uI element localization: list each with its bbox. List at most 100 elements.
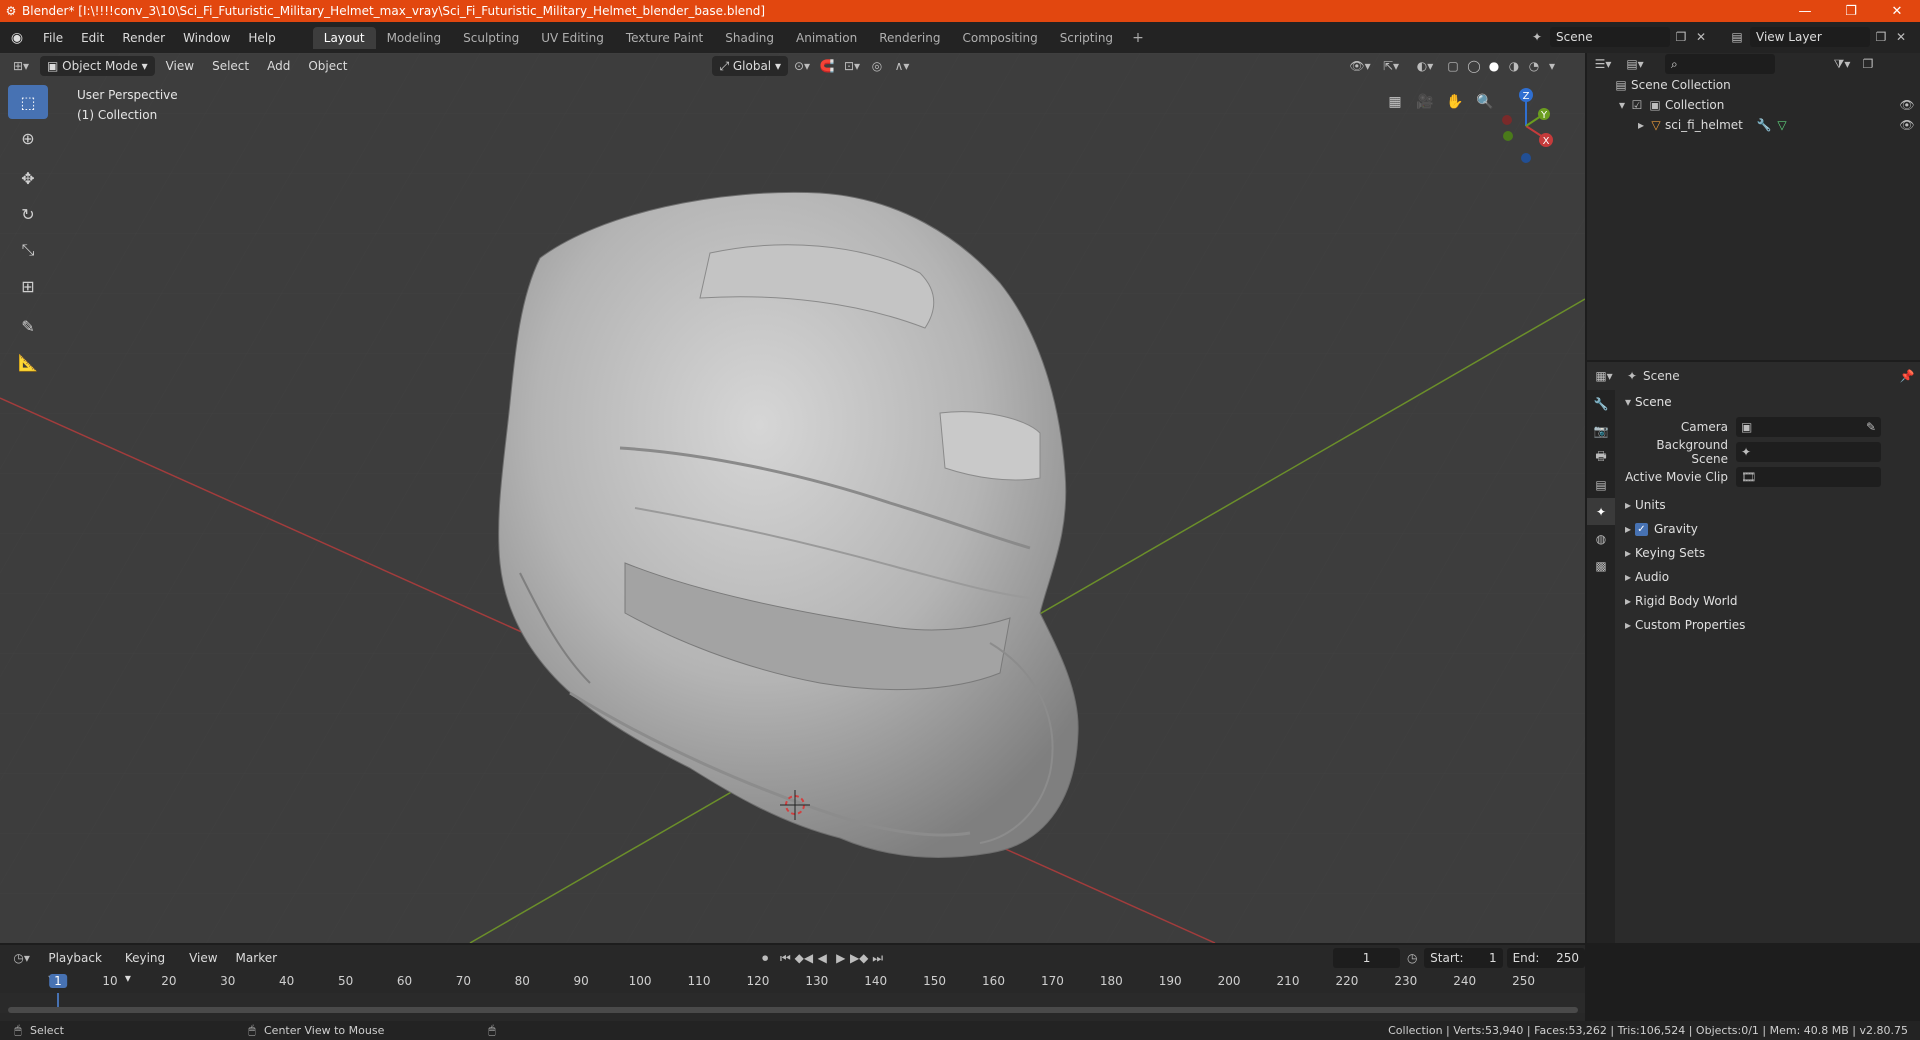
outliner-editor-icon[interactable]: ☰▾ xyxy=(1587,57,1619,71)
proportional-edit-icon[interactable]: ◎ xyxy=(866,59,888,73)
active-movie-clip-field[interactable]: 🎞 xyxy=(1736,466,1881,487)
preview-range-icon[interactable]: ◷ xyxy=(1400,951,1424,965)
overlays-icon[interactable]: ◐▾ xyxy=(1408,59,1442,73)
outliner-row-collection[interactable]: ▾ ☑ ▣ Collection 👁 xyxy=(1587,95,1920,115)
tab-scene[interactable]: ✦ xyxy=(1587,498,1615,525)
menu-timeline-view[interactable]: View xyxy=(182,948,224,968)
menu-marker[interactable]: Marker xyxy=(229,948,284,968)
menu-render[interactable]: Render xyxy=(113,31,174,45)
close-button[interactable]: ✕ xyxy=(1874,4,1920,19)
wireframe-shading-icon[interactable]: ◯ xyxy=(1464,59,1484,73)
cursor-tool[interactable]: ⊕ xyxy=(8,121,48,155)
current-frame-field[interactable]: 1 xyxy=(1332,948,1401,968)
menu-playback[interactable]: Playback ▾ xyxy=(41,948,113,985)
record-icon[interactable]: ⏺ xyxy=(754,951,776,966)
expand-arrow-icon[interactable]: ▾ xyxy=(1615,98,1629,112)
view-layer-name-field[interactable]: View Layer xyxy=(1750,27,1870,47)
object-mode-dropdown[interactable]: ▣ Object Mode ▾ xyxy=(40,56,155,76)
tab-uv-editing[interactable]: UV Editing xyxy=(530,27,615,49)
expand-arrow-icon[interactable]: ▸ xyxy=(1621,546,1635,560)
play-reverse-icon[interactable]: ◀ xyxy=(813,951,831,965)
expand-arrow-icon[interactable]: ▸ xyxy=(1621,522,1635,536)
collapse-arrow-icon[interactable]: ▾ xyxy=(1621,395,1635,409)
rendered-shading-icon[interactable]: ◔ xyxy=(1524,59,1544,73)
view-layer-selector[interactable]: ▤ View Layer ❐ ✕ xyxy=(1724,26,1920,48)
panel-audio[interactable]: ▸ Audio xyxy=(1621,565,1917,589)
scene-selector[interactable]: ✦ Scene ❐ ✕ xyxy=(1524,26,1720,48)
transform-orientation-dropdown[interactable]: ⤢ Global ▾ xyxy=(712,56,788,76)
menu-view[interactable]: View xyxy=(159,56,201,76)
properties-editor-icon[interactable]: ▦▾ xyxy=(1587,369,1621,383)
new-scene-icon[interactable]: ❐ xyxy=(1670,30,1692,44)
expand-arrow-icon[interactable]: ▸ xyxy=(1621,570,1635,584)
outliner-row-scene-collection[interactable]: ▤ Scene Collection xyxy=(1587,75,1920,95)
delete-view-layer-icon[interactable]: ✕ xyxy=(1892,30,1910,44)
expand-arrow-icon[interactable]: ▸ xyxy=(1621,594,1635,608)
shading-options-icon[interactable]: ▾ xyxy=(1544,59,1560,73)
play-icon[interactable]: ▶ xyxy=(832,951,850,965)
panel-custom-properties[interactable]: ▸ Custom Properties xyxy=(1621,613,1917,637)
tab-rendering[interactable]: Rendering xyxy=(868,27,951,49)
mesh-data-icon[interactable]: ▽ xyxy=(1773,118,1791,132)
scene-section-header[interactable]: ▾ Scene xyxy=(1621,390,1917,414)
ortho-toggle-icon[interactable]: ▦ xyxy=(1380,87,1410,117)
rotate-tool[interactable]: ↻ xyxy=(8,197,48,231)
display-mode-icon[interactable]: ▤▾ xyxy=(1619,57,1651,71)
3d-viewport[interactable]: ⊞▾ ▣ Object Mode ▾ View Select Add Objec… xyxy=(0,53,1585,943)
add-workspace-button[interactable]: + xyxy=(1124,27,1152,49)
tab-sculpting[interactable]: Sculpting xyxy=(452,27,530,49)
menu-add[interactable]: Add xyxy=(260,56,297,76)
tab-view-layer[interactable]: ▤ xyxy=(1587,471,1615,498)
measure-tool[interactable]: 📐 xyxy=(8,345,48,379)
tab-scripting[interactable]: Scripting xyxy=(1049,27,1124,49)
end-frame-field[interactable]: End: 250 xyxy=(1506,948,1585,968)
expand-arrow-icon[interactable]: ▸ xyxy=(1621,618,1635,632)
menu-window[interactable]: Window xyxy=(174,31,239,45)
scale-tool[interactable]: ⤡ xyxy=(8,233,48,267)
tab-render[interactable]: 📷 xyxy=(1587,417,1615,444)
menu-keying[interactable]: Keying ▾ xyxy=(118,948,178,985)
menu-file[interactable]: File xyxy=(34,31,72,45)
material-shading-icon[interactable]: ◑ xyxy=(1504,59,1524,73)
collection-visibility-eye-icon[interactable]: 👁 xyxy=(1894,98,1920,112)
timeline-editor-icon[interactable]: ◷▾ xyxy=(6,951,37,965)
pivot-point-icon[interactable]: ⊙▾ xyxy=(788,59,816,73)
timeline-scrollbar[interactable] xyxy=(8,1007,1578,1013)
visibility-icon[interactable]: 👁▾ xyxy=(1346,59,1374,73)
tab-compositing[interactable]: Compositing xyxy=(951,27,1048,49)
tab-output[interactable]: 🖶 xyxy=(1587,444,1615,471)
gizmo-toggle-icon[interactable]: ⇱▾ xyxy=(1374,59,1408,73)
object-visibility-eye-icon[interactable]: 👁 xyxy=(1894,118,1920,132)
menu-help[interactable]: Help xyxy=(239,31,284,45)
tab-world[interactable]: ◍ xyxy=(1587,525,1615,552)
expand-arrow-icon[interactable]: ▸ xyxy=(1635,118,1647,132)
panel-gravity[interactable]: ▸ ✓ Gravity xyxy=(1621,517,1917,541)
new-view-layer-icon[interactable]: ❐ xyxy=(1870,30,1892,44)
pan-hand-icon[interactable]: ✋ xyxy=(1440,87,1470,117)
panel-units[interactable]: ▸ Units xyxy=(1621,493,1917,517)
solid-shading-icon[interactable]: ● xyxy=(1484,59,1504,73)
pin-icon[interactable]: 📌 xyxy=(1894,369,1920,383)
panel-keying-sets[interactable]: ▸ Keying Sets xyxy=(1621,541,1917,565)
jump-keyframe-back-icon[interactable]: ◆◀ xyxy=(795,951,813,965)
xray-icon[interactable]: ▢ xyxy=(1442,59,1464,73)
jump-end-icon[interactable]: ⏭ xyxy=(868,951,886,966)
frame-ruler[interactable]: 1 10 20 30 40 50 60 70 80 90 100 110 120 130 140 150 160… xyxy=(0,971,1585,993)
tab-shading[interactable]: Shading xyxy=(714,27,785,49)
select-box-tool[interactable]: ⬚ xyxy=(8,85,48,119)
delete-scene-icon[interactable]: ✕ xyxy=(1692,30,1710,44)
tab-tool[interactable]: 🔧 xyxy=(1587,390,1615,417)
navigation-gizmo[interactable]: Z X Y xyxy=(1496,81,1566,171)
camera-field[interactable]: ▣ ✎ xyxy=(1736,416,1881,437)
outliner-search-input[interactable]: ⌕ xyxy=(1665,54,1775,74)
falloff-icon[interactable]: ∧▾ xyxy=(888,59,916,73)
tab-texture-paint[interactable]: Texture Paint xyxy=(615,27,714,49)
panel-rigid-body-world[interactable]: ▸ Rigid Body World xyxy=(1621,589,1917,613)
editor-type-icon[interactable]: ⊞▾ xyxy=(6,59,36,73)
snap-target-icon[interactable]: ⊡▾ xyxy=(838,59,866,73)
filter-icon[interactable]: ⧩▾ xyxy=(1827,57,1857,72)
expand-arrow-icon[interactable]: ▸ xyxy=(1621,498,1635,512)
menu-edit[interactable]: Edit xyxy=(72,31,113,45)
outliner-row-sci-fi-helmet[interactable]: ▸ ▽ sci_fi_helmet 🔧 ▽ 👁 xyxy=(1587,115,1920,135)
tab-modeling[interactable]: Modeling xyxy=(376,27,453,49)
